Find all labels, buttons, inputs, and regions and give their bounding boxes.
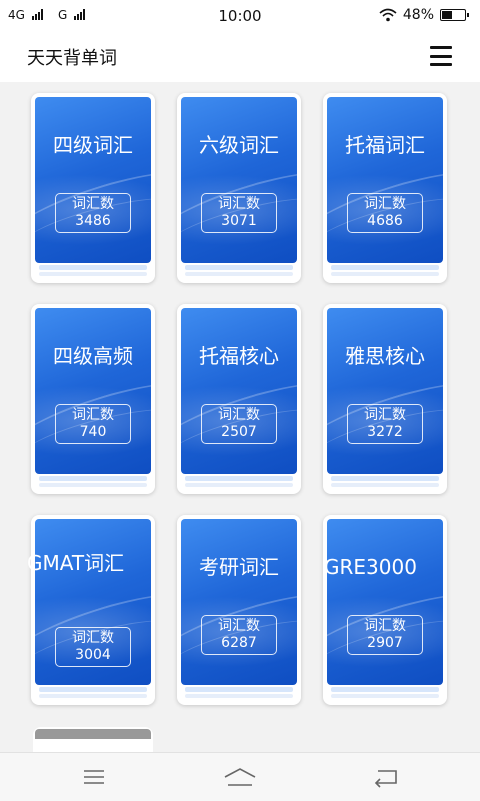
- book-card-cet6[interactable]: 六级词汇 词汇数 3071: [177, 93, 301, 283]
- status-bar: 4G G 10:00 48%: [0, 0, 480, 32]
- word-count-badge: 词汇数 2907: [347, 615, 423, 655]
- book-title: 考研词汇: [199, 555, 279, 579]
- book-cover: [327, 308, 443, 474]
- battery-icon: [440, 9, 469, 21]
- book-cover: [181, 308, 297, 474]
- word-count-value: 3004: [75, 647, 111, 663]
- word-count-badge: 词汇数 6287: [201, 615, 277, 655]
- book-grid: 四级词汇 词汇数 3486 六级词汇 词汇数 3071 托福词汇 词汇数 468…: [0, 82, 480, 752]
- book-title: 四级高频: [53, 344, 133, 368]
- battery-percent: 48%: [402, 7, 434, 23]
- book-title: GMAT词汇: [27, 551, 125, 575]
- book-cover: [327, 519, 443, 685]
- book-card-toefl[interactable]: 托福词汇 词汇数 4686: [323, 93, 447, 283]
- word-count-value: 4686: [367, 213, 403, 229]
- book-card-partial[interactable]: [33, 727, 153, 752]
- word-count-badge: 词汇数 2507: [201, 404, 277, 444]
- book-title: 六级词汇: [199, 133, 279, 157]
- word-count-value: 6287: [221, 635, 257, 651]
- word-count-label: 词汇数: [72, 630, 114, 646]
- book-card-ielts-core[interactable]: 雅思核心 词汇数 3272: [323, 304, 447, 494]
- menu-lines-icon[interactable]: [74, 763, 114, 791]
- word-count-value: 3071: [221, 213, 257, 229]
- word-count-badge: 词汇数 3004: [55, 627, 131, 667]
- book-card-toefl-core[interactable]: 托福核心 词汇数 2507: [177, 304, 301, 494]
- word-count-badge: 词汇数 3486: [55, 193, 131, 233]
- word-count-value: 740: [79, 424, 107, 440]
- battery-level: [442, 11, 452, 19]
- word-count-label: 词汇数: [218, 196, 260, 212]
- word-count-label: 词汇数: [218, 618, 260, 634]
- book-card-gmat[interactable]: GMAT词汇 词汇数 3004: [27, 515, 155, 705]
- word-count-badge: 词汇数 4686: [347, 193, 423, 233]
- app-header: 天天背单词: [0, 32, 480, 82]
- word-count-badge: 词汇数 3071: [201, 193, 277, 233]
- system-nav-bar: [0, 752, 480, 801]
- book-title: 四级词汇: [53, 133, 133, 157]
- book-cover: [35, 308, 151, 474]
- app-title: 天天背单词: [27, 48, 117, 69]
- book-cover: [327, 97, 443, 263]
- book-title: GRE3000: [324, 555, 417, 579]
- back-icon[interactable]: [366, 763, 406, 791]
- word-count-value: 3272: [367, 424, 403, 440]
- word-count-label: 词汇数: [364, 618, 406, 634]
- book-cover: [35, 97, 151, 263]
- hamburger-icon[interactable]: [430, 46, 452, 66]
- book-card-cet4-frequent[interactable]: 四级高频 词汇数 740: [31, 304, 155, 494]
- word-count-label: 词汇数: [218, 407, 260, 423]
- word-count-label: 词汇数: [72, 196, 114, 212]
- book-card-gre[interactable]: GRE3000 词汇数 2907: [323, 515, 447, 705]
- book-title: 托福核心: [199, 344, 279, 368]
- word-count-badge: 词汇数 3272: [347, 404, 423, 444]
- word-count-badge: 词汇数 740: [55, 404, 131, 444]
- book-title: 托福词汇: [345, 133, 425, 157]
- book-title: 雅思核心: [345, 344, 425, 368]
- word-count-label: 词汇数: [364, 407, 406, 423]
- book-cover: [181, 97, 297, 263]
- book-card-postgrad[interactable]: 考研词汇 词汇数 6287: [177, 515, 301, 705]
- word-count-label: 词汇数: [364, 196, 406, 212]
- word-count-label: 词汇数: [72, 407, 114, 423]
- home-icon[interactable]: [220, 763, 260, 791]
- word-count-value: 2507: [221, 424, 257, 440]
- word-count-value: 3486: [75, 213, 111, 229]
- book-card-cet4[interactable]: 四级词汇 词汇数 3486: [31, 93, 155, 283]
- book-cover: [181, 519, 297, 685]
- word-count-value: 2907: [367, 635, 403, 651]
- wifi-icon: [379, 8, 397, 22]
